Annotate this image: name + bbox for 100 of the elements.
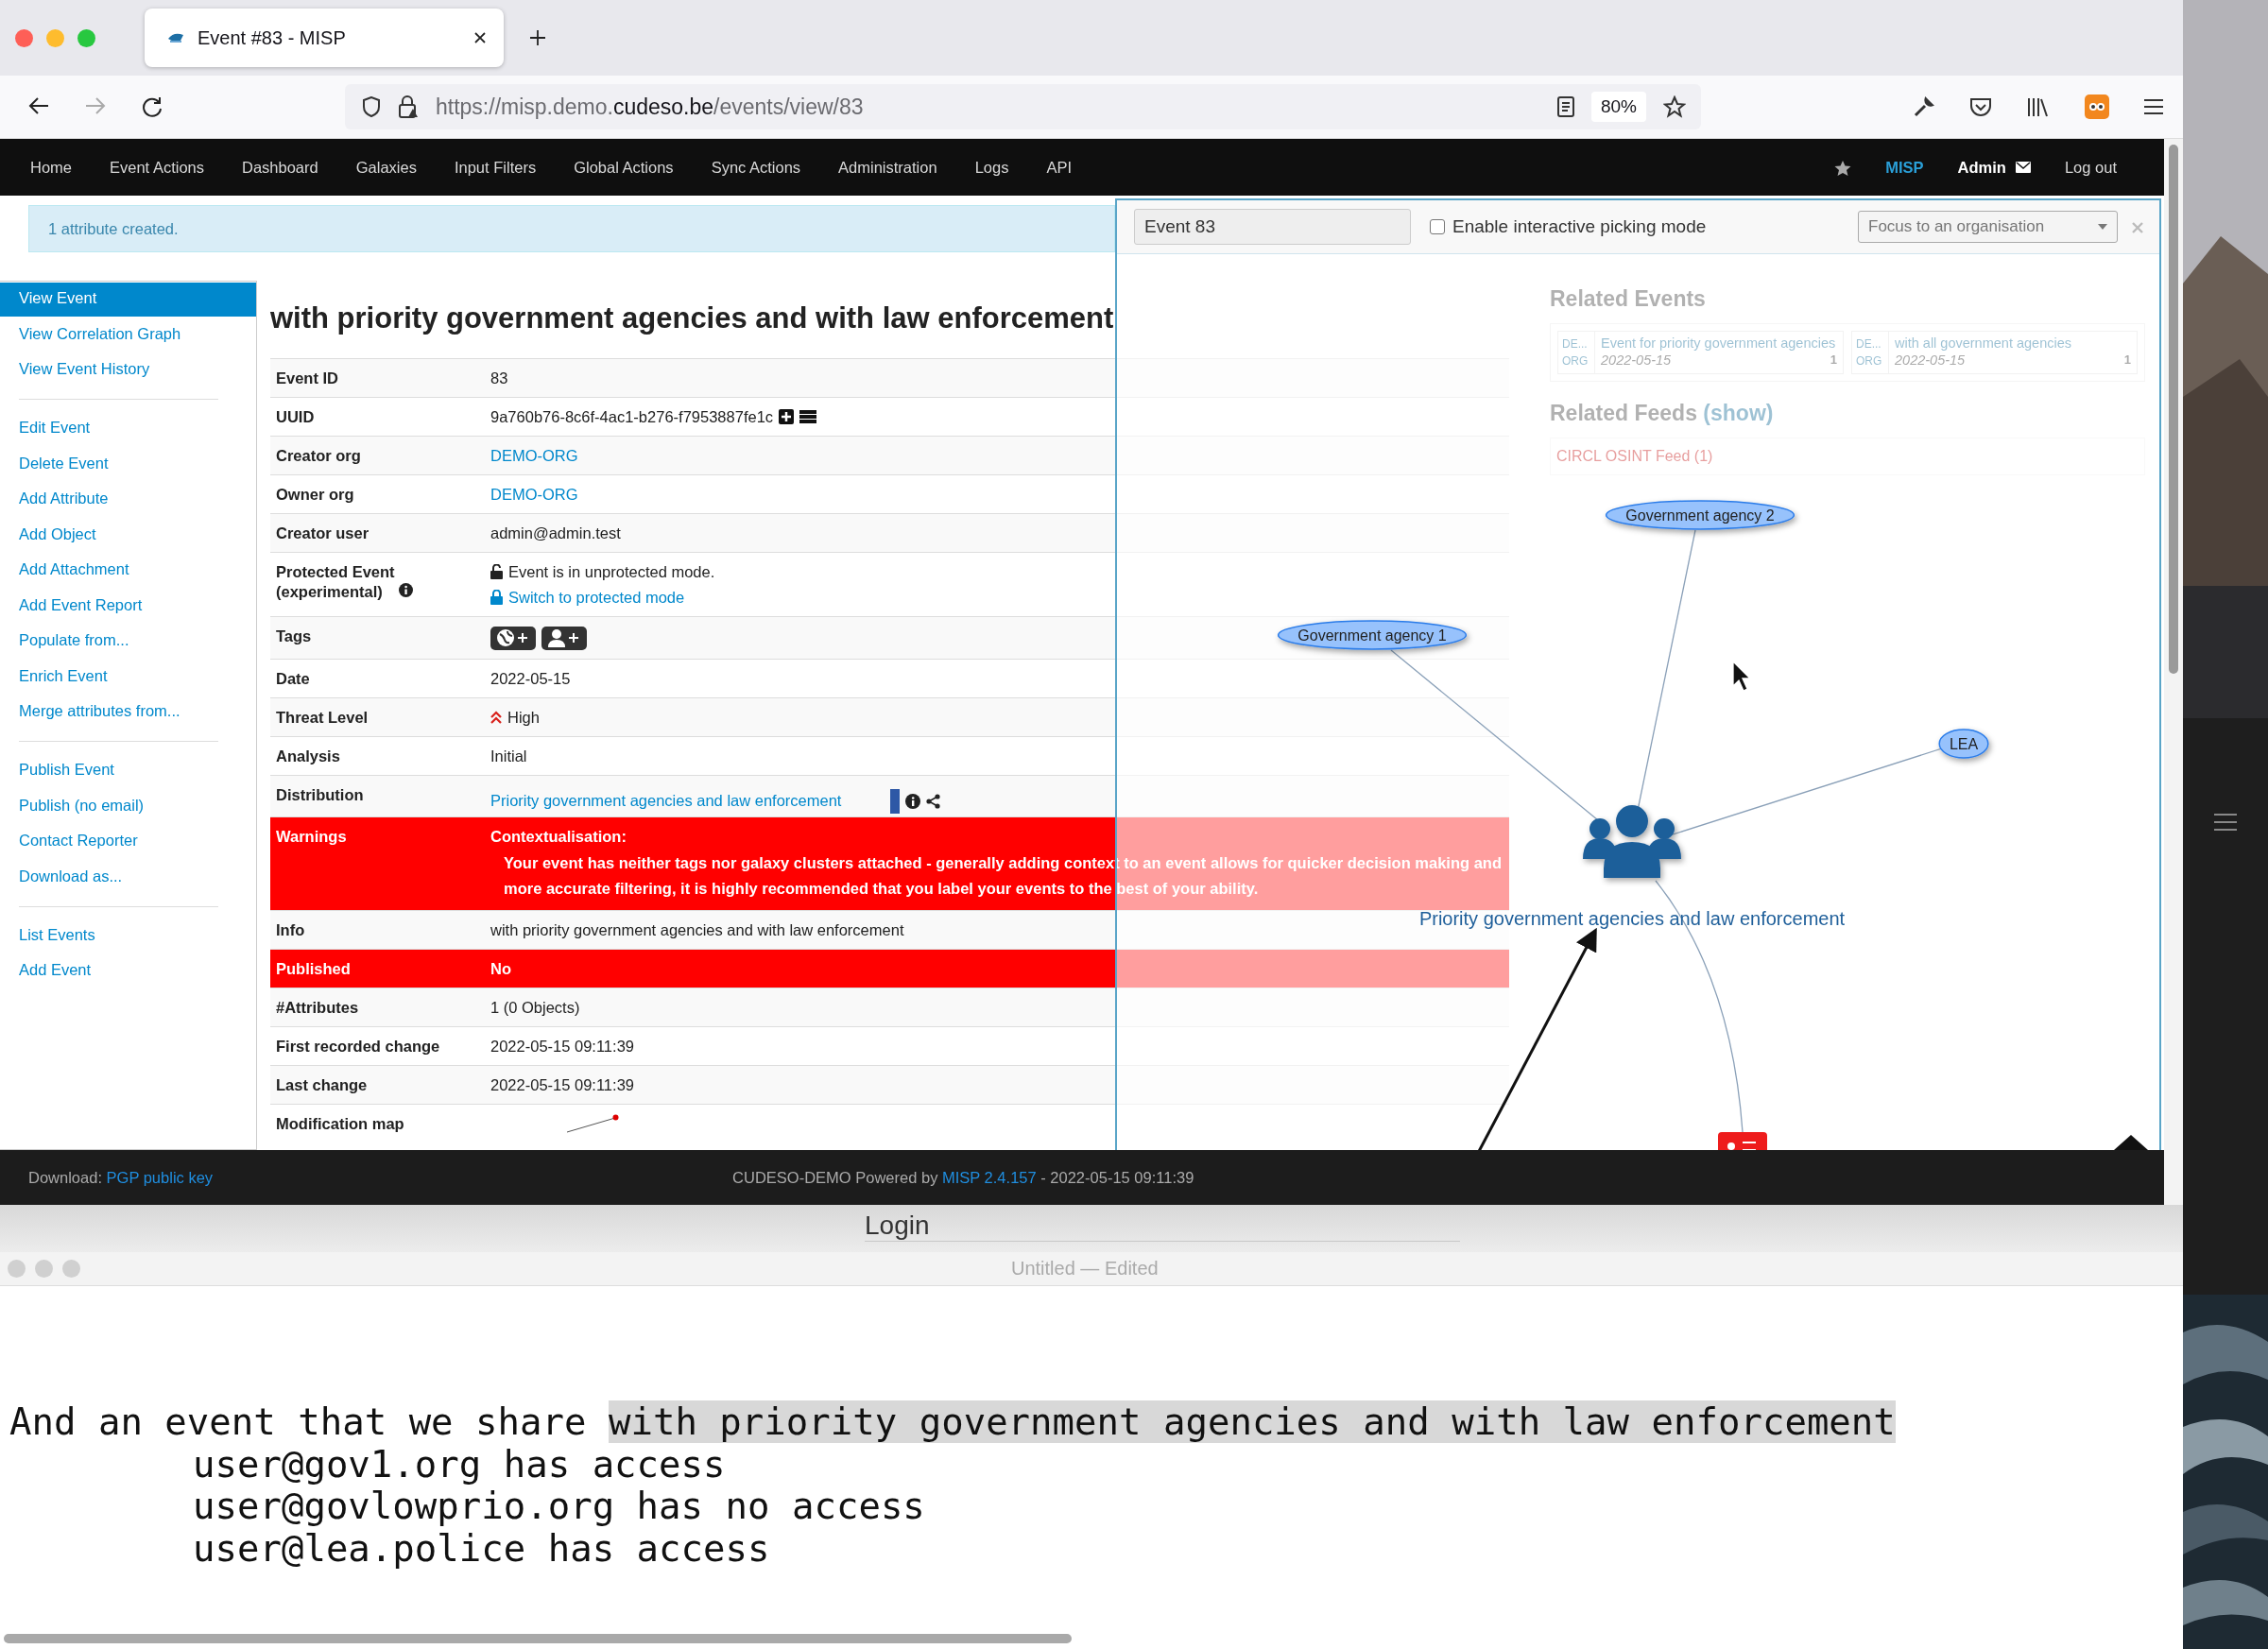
field-value: High xyxy=(507,707,540,728)
organisation-node[interactable]: Government agency 1 xyxy=(1277,620,1468,650)
related-event-card[interactable]: DE... ORG with all government agencies 2022-05-15 1 xyxy=(1851,331,2138,374)
field-label: #Attributes xyxy=(276,997,359,1018)
browser-tab[interactable]: Event #83 - MISP xyxy=(145,9,504,67)
sidebar-item[interactable]: Edit Event xyxy=(0,412,256,446)
field-label: Owner org xyxy=(276,484,354,505)
nav-item[interactable]: Event Actions xyxy=(110,158,204,177)
nav-item[interactable]: Global Actions xyxy=(574,158,674,177)
event-date: 2022-05-15 xyxy=(1601,352,1672,368)
field-label: First recorded change xyxy=(276,1036,440,1056)
field-value: with priority government agencies and with law enforcement xyxy=(490,919,904,940)
section-heading: Related Feeds (show) xyxy=(1550,401,1775,426)
info-icon xyxy=(399,582,414,597)
zoom-level-button[interactable]: 80% xyxy=(1590,92,1646,122)
text-line: user@gov1.org has access xyxy=(192,1443,727,1486)
sidebar-item[interactable]: Contact Reporter xyxy=(0,825,256,859)
feed-link[interactable]: CIRCL OSINT Feed (1) xyxy=(1556,448,1713,464)
lock-warning-icon xyxy=(398,95,419,118)
sidebar-item[interactable]: View Event xyxy=(0,283,256,317)
sidebar-item[interactable]: List Events xyxy=(0,919,256,953)
plus-square-icon xyxy=(779,409,795,424)
text-line: user@govlowprio.org has no access xyxy=(192,1486,926,1528)
scrollbar-thumb[interactable] xyxy=(4,1634,1072,1643)
field-value: 1 (0 Objects) xyxy=(490,997,580,1018)
organisation-select[interactable]: Focus to an organisation xyxy=(1858,211,2118,243)
picking-mode-checkbox[interactable]: Enable interactive picking mode xyxy=(1430,216,1707,237)
brand-link[interactable]: MISP xyxy=(1885,158,1924,177)
share-icon[interactable] xyxy=(926,793,942,809)
sidebar-item[interactable]: Merge attributes from... xyxy=(0,696,256,730)
favicon-icon xyxy=(167,31,184,44)
scrollbar-thumb[interactable] xyxy=(2169,145,2178,674)
nav-item[interactable]: Administration xyxy=(838,158,937,177)
org-link[interactable]: DEMO-ORG xyxy=(490,484,578,505)
field-label: Modification map xyxy=(276,1113,404,1134)
footer-link[interactable]: PGP public key xyxy=(106,1168,214,1186)
event-node[interactable] xyxy=(1718,1132,1767,1150)
reader-view-icon[interactable] xyxy=(1556,96,1574,117)
related-event-card[interactable]: DE... ORG Event for priority government agencies 2022-05-15 1 xyxy=(1557,331,1844,374)
sidebar-item[interactable]: Add Attachment xyxy=(0,554,256,588)
sidebar-item[interactable]: Add Event Report xyxy=(0,589,256,624)
menu-icon[interactable] xyxy=(2143,98,2164,115)
nav-item[interactable]: Galaxies xyxy=(355,158,417,177)
sidebar-item[interactable]: Populate from... xyxy=(0,625,256,659)
sidebar-item[interactable]: Add Object xyxy=(0,518,256,553)
version-link[interactable]: MISP 2.4.157 xyxy=(942,1168,1037,1186)
organisation-node[interactable]: Government agency 2 xyxy=(1605,500,1796,530)
menu-icon[interactable] xyxy=(2213,813,2238,832)
nav-item[interactable]: Dashboard xyxy=(242,158,318,177)
new-tab-icon[interactable] xyxy=(528,28,547,47)
sidebar-item[interactable]: Enrich Event xyxy=(0,660,256,695)
search-field[interactable]: Event 83 xyxy=(1134,209,1411,245)
sidebar-item[interactable]: Publish (no email) xyxy=(0,789,256,824)
event-date: 2022-05-15 xyxy=(1895,352,1966,368)
sidebar-item[interactable]: View Correlation Graph xyxy=(0,318,256,352)
org-link[interactable]: DEMO-ORG xyxy=(490,445,578,466)
add-tag-button[interactable] xyxy=(490,626,536,650)
event-count: 1 xyxy=(1830,352,1837,368)
org-label: DE... ORG xyxy=(1852,332,1889,373)
wrench-icon[interactable] xyxy=(1913,95,1935,118)
checkbox[interactable] xyxy=(1430,219,1445,234)
reload-icon[interactable] xyxy=(142,96,163,117)
field-label: Tags xyxy=(276,626,312,646)
distribution-link[interactable]: Priority government agencies and law enforcement xyxy=(490,791,842,811)
pocket-icon[interactable] xyxy=(1969,96,1992,117)
star-icon[interactable] xyxy=(1663,95,1686,118)
sidebar-item[interactable]: Delete Event xyxy=(0,447,256,482)
library-icon[interactable] xyxy=(2026,96,2051,117)
protect-link[interactable]: Switch to protected mode xyxy=(508,587,685,608)
section-heading: Related Events xyxy=(1550,286,1707,312)
nav-item[interactable]: Sync Actions xyxy=(711,158,801,177)
warning-heading: Contextualisation: xyxy=(490,826,627,847)
field-label: Analysis xyxy=(276,746,340,766)
unlock-icon xyxy=(490,564,503,579)
sidebar-item[interactable]: Add Attribute xyxy=(0,483,256,517)
nav-item[interactable]: Input Filters xyxy=(454,158,537,177)
close-icon[interactable] xyxy=(473,31,487,44)
field-value: 83 xyxy=(490,368,508,388)
people-icon[interactable] xyxy=(1583,805,1681,878)
sidebar-item[interactable]: Download as... xyxy=(0,860,256,895)
envelope-icon xyxy=(2015,162,2031,173)
field-value: 2022-05-15 09:11:39 xyxy=(490,1074,634,1095)
caret-icon xyxy=(2098,224,2107,230)
sidebar-item[interactable]: View Event History xyxy=(0,353,256,387)
field-label: Threat Level xyxy=(276,707,369,728)
back-icon[interactable] xyxy=(28,96,49,115)
user-menu[interactable]: Admin xyxy=(1957,158,2031,177)
nav-item[interactable]: Logs xyxy=(974,158,1009,177)
address-bar[interactable]: https://misp.demo.cudeso.be/events/view/83 80% xyxy=(345,84,1701,129)
extension-icon[interactable] xyxy=(2085,94,2109,119)
nav-item[interactable]: API xyxy=(1046,158,1073,177)
list-icon xyxy=(799,409,817,424)
sidebar-item[interactable]: Publish Event xyxy=(0,754,256,788)
nav-item[interactable]: Home xyxy=(30,158,72,177)
field-value: Initial xyxy=(490,746,527,766)
field-label: Event ID xyxy=(276,368,339,388)
sidebar-item[interactable]: Add Event xyxy=(0,954,256,988)
logout-link[interactable]: Log out xyxy=(2064,158,2117,177)
organisation-node[interactable]: LEA xyxy=(1938,729,1989,759)
star-icon[interactable] xyxy=(1834,159,1852,176)
